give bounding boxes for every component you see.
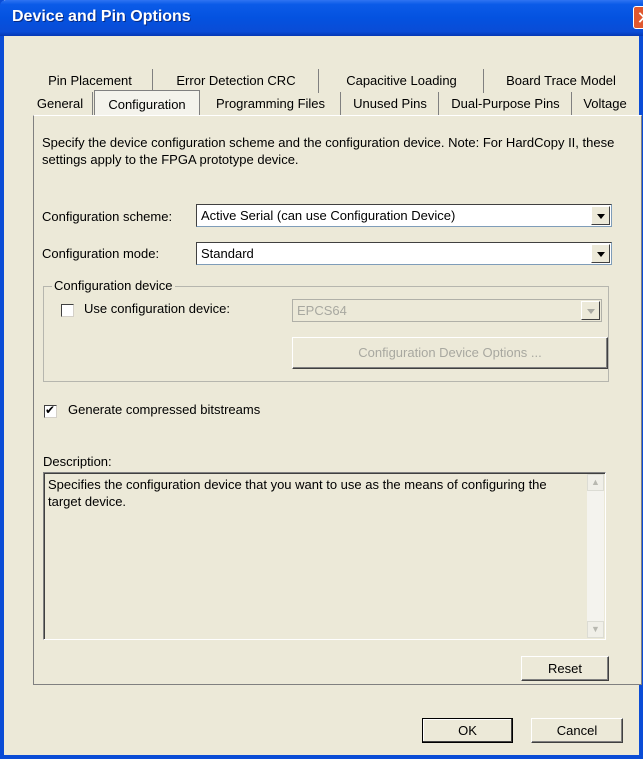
- scheme-label: Configuration scheme:: [42, 209, 173, 224]
- dialog-window: Device and Pin Options ✕ Pin Placement E…: [0, 0, 643, 759]
- description-scrollbar[interactable]: ▲ ▼: [587, 474, 604, 638]
- scheme-value: Active Serial (can use Configuration Dev…: [201, 208, 456, 223]
- device-select[interactable]: EPCS64: [292, 299, 602, 322]
- description-label: Description:: [43, 454, 112, 469]
- scroll-up-icon[interactable]: ▲: [587, 474, 604, 491]
- scheme-select[interactable]: Active Serial (can use Configuration Dev…: [196, 204, 612, 227]
- use-device-checkbox[interactable]: [61, 304, 74, 317]
- tab-dual-purpose-pins[interactable]: Dual-Purpose Pins: [440, 92, 572, 116]
- chevron-down-icon[interactable]: [591, 244, 610, 263]
- tab-board-trace-model[interactable]: Board Trace Model: [485, 69, 637, 93]
- mode-select[interactable]: Standard: [196, 242, 612, 265]
- chevron-down-icon[interactable]: [581, 301, 600, 320]
- tab-general[interactable]: General: [28, 92, 93, 116]
- configuration-panel: Specify the device configuration scheme …: [33, 115, 642, 685]
- mode-value: Standard: [201, 246, 254, 261]
- dialog-title: Device and Pin Options: [12, 8, 191, 25]
- device-value: EPCS64: [297, 303, 347, 318]
- configuration-device-group: Configuration device Use configuration d…: [43, 278, 609, 382]
- description-box[interactable]: Specifies the configuration device that …: [43, 472, 606, 640]
- intro-text: Specify the device configuration scheme …: [42, 135, 615, 167]
- tab-configuration[interactable]: Configuration: [94, 90, 200, 117]
- compress-label[interactable]: Generate compressed bitstreams: [68, 402, 260, 417]
- scroll-down-icon[interactable]: ▼: [587, 621, 604, 638]
- close-icon: ✕: [636, 8, 643, 28]
- cancel-button[interactable]: Cancel: [531, 718, 623, 743]
- tab-row-front: General Configuration Programming Files …: [28, 90, 640, 117]
- reset-button[interactable]: Reset: [521, 656, 609, 681]
- compress-checkbox[interactable]: [44, 403, 57, 418]
- use-device-label[interactable]: Use configuration device:: [84, 301, 230, 316]
- chevron-down-icon[interactable]: [591, 206, 610, 225]
- title-bar[interactable]: Device and Pin Options ✕: [0, 0, 643, 36]
- tab-voltage[interactable]: Voltage: [573, 92, 637, 116]
- tab-unused-pins[interactable]: Unused Pins: [342, 92, 439, 116]
- device-options-button[interactable]: Configuration Device Options ...: [292, 337, 608, 369]
- tab-programming-files[interactable]: Programming Files: [201, 92, 341, 116]
- ok-button[interactable]: OK: [422, 718, 513, 743]
- close-button[interactable]: ✕: [633, 6, 643, 29]
- mode-label: Configuration mode:: [42, 246, 160, 261]
- description-text: Specifies the configuration device that …: [48, 477, 547, 509]
- tab-capacitive-loading[interactable]: Capacitive Loading: [320, 69, 484, 93]
- group-label: Configuration device: [52, 278, 175, 293]
